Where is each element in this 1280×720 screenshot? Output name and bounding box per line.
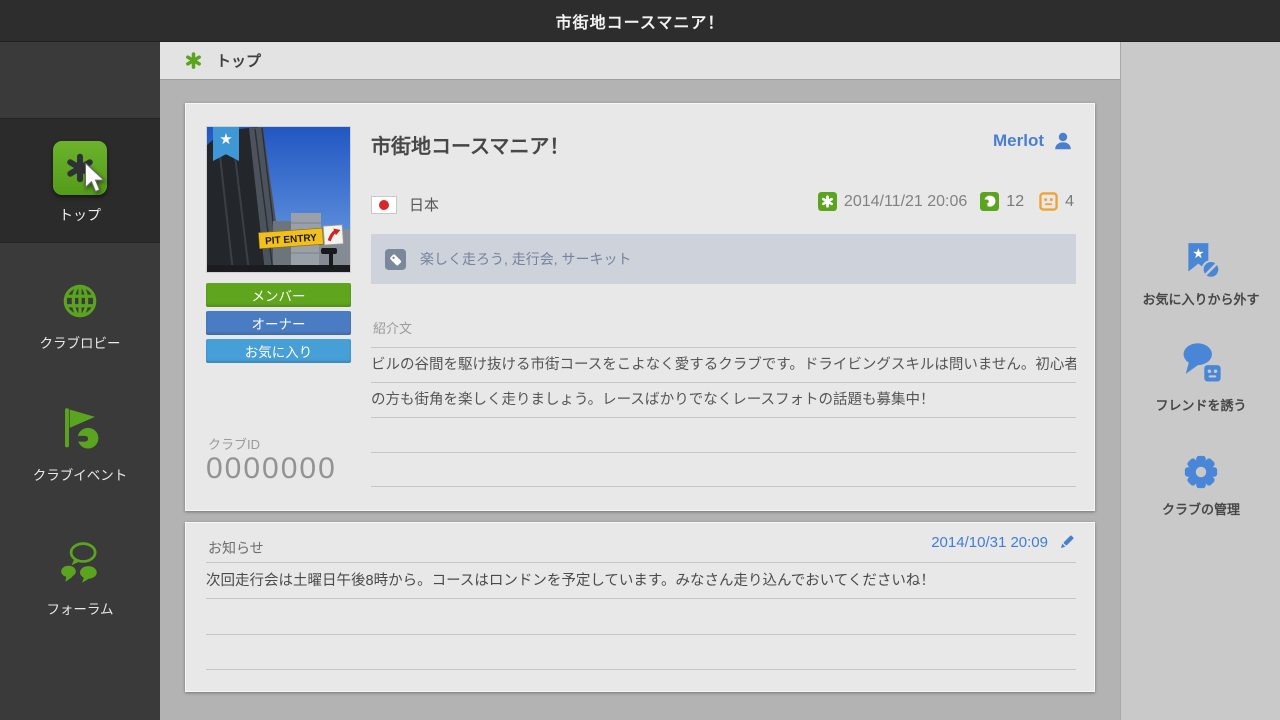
favorite-button[interactable]: お気に入り <box>206 339 351 363</box>
club-tags: 楽しく走ろう, 走行会, サーキット <box>420 251 632 267</box>
members-button[interactable]: メンバー <box>206 283 351 307</box>
member-helmet-icon <box>980 192 1000 211</box>
manage-club-action[interactable]: クラブの管理 <box>1121 453 1280 518</box>
window-title: 市街地コースマニア！ <box>555 14 725 32</box>
intro-label: 紹介文 <box>373 321 413 336</box>
page-header-asterisk-icon <box>186 52 201 69</box>
announcement-text: 次回走行会は土曜日午後8時から。コースはロンドンを予定しています。みなさん走り込… <box>206 562 1076 598</box>
announcement-line-empty <box>206 598 1076 634</box>
topic-count: 4 <box>1065 192 1074 210</box>
sidebar-item-top[interactable]: トップ <box>0 118 160 243</box>
gear-icon <box>1184 455 1218 489</box>
person-icon <box>1055 132 1071 150</box>
club-image: PIT ENTRY ★ <box>206 126 351 273</box>
club-id-value: 0000000 <box>206 452 337 485</box>
announcement-label: お知らせ <box>208 540 264 556</box>
sidebar-item-forum-label: フォーラム <box>46 602 114 617</box>
club-tags-row: 楽しく走ろう, 走行会, サーキット <box>371 234 1076 284</box>
smiley-topic-icon <box>1039 192 1058 211</box>
remove-favorite-action[interactable]: ★ お気に入りから外す <box>1121 241 1280 308</box>
forum-bubbles-icon <box>61 542 97 583</box>
club-created-asterisk-icon <box>817 192 837 211</box>
club-country-row: 日本 <box>371 194 439 215</box>
announcement-card: お知らせ 2014/10/31 20:09 次回走行会は土曜日午後8時から。コー… <box>185 522 1095 692</box>
invite-friend-label: フレンドを誘う <box>1155 398 1247 413</box>
remove-favorite-label: お気に入りから外す <box>1142 292 1260 307</box>
intro-line-empty <box>371 417 1076 452</box>
invite-friend-icon <box>1183 343 1221 382</box>
announcement-rows: 次回走行会は土曜日午後8時から。コースはロンドンを予定しています。みなさん走り込… <box>206 562 1076 670</box>
club-country: 日本 <box>409 197 440 214</box>
page-title: トップ <box>216 53 262 70</box>
owner-link[interactable]: Merlot <box>993 130 1074 152</box>
window-titlebar: 市街地コースマニア！ <box>0 0 1280 42</box>
club-created-date: 2014/11/21 20:06 <box>843 192 968 210</box>
unfavorite-bookmark-icon: ★ <box>1188 243 1221 279</box>
intro-line-empty <box>371 452 1076 487</box>
flag-helmet-icon <box>65 408 99 449</box>
member-count: 12 <box>1006 192 1025 210</box>
intro-line: の方も街角を楽しく走りましょう。レースばかりでなくレースフォトの話題も募集中！ <box>371 382 1076 417</box>
club-meta-row: 2014/11/21 20:06 12 4 <box>817 192 1074 211</box>
announcement-header-right: 2014/10/31 20:09 <box>931 533 1076 551</box>
tag-icon <box>385 248 406 270</box>
owner-button[interactable]: オーナー <box>206 311 351 335</box>
club-name: 市街地コースマニア！ <box>371 136 570 158</box>
club-info-card: PIT ENTRY ★ メンバー オーナー お気に入り クラブID 000000… <box>185 103 1095 511</box>
sidebar-item-top-label: トップ <box>59 207 101 223</box>
intro-line: ビルの谷間を駆け抜ける市街コースをこよなく愛するクラブです。ドライビングスキルは… <box>371 347 1076 382</box>
mouse-cursor-icon <box>84 163 106 193</box>
sidebar-item-club-events[interactable]: クラブイベント <box>0 406 160 484</box>
sidebar-item-club-lobby[interactable]: クラブロビー <box>0 282 160 352</box>
manage-club-label: クラブの管理 <box>1161 502 1240 517</box>
main-panel: トップ PIT ENTRY ★ メンバー オーナー お気に入り クラブID 00… <box>160 42 1120 720</box>
svg-text:★: ★ <box>1192 246 1204 262</box>
globe-icon <box>63 284 97 318</box>
japan-flag-icon <box>371 195 397 214</box>
right-sidebar: ★ お気に入りから外す フレンドを誘う クラブの管理 <box>1120 42 1280 720</box>
left-sidebar: トップ クラブロビー クラブイベント フォーラム <box>0 42 160 720</box>
sidebar-item-forum[interactable]: フォーラム <box>0 540 160 618</box>
edit-pencil-icon[interactable] <box>1058 533 1076 551</box>
invite-friend-action[interactable]: フレンドを誘う <box>1121 341 1280 414</box>
announcement-date: 2014/10/31 20:09 <box>931 533 1048 551</box>
page-header: トップ <box>160 42 1120 80</box>
sidebar-item-club-lobby-label: クラブロビー <box>39 336 121 351</box>
owner-name: Merlot <box>993 131 1044 150</box>
intro-rows: ビルの谷間を駆け抜ける市街コースをこよなく愛するクラブです。ドライビングスキルは… <box>371 347 1076 487</box>
announcement-line-empty <box>206 634 1076 670</box>
sidebar-item-club-events-label: クラブイベント <box>32 468 128 483</box>
club-id-label: クラブID <box>208 437 261 452</box>
